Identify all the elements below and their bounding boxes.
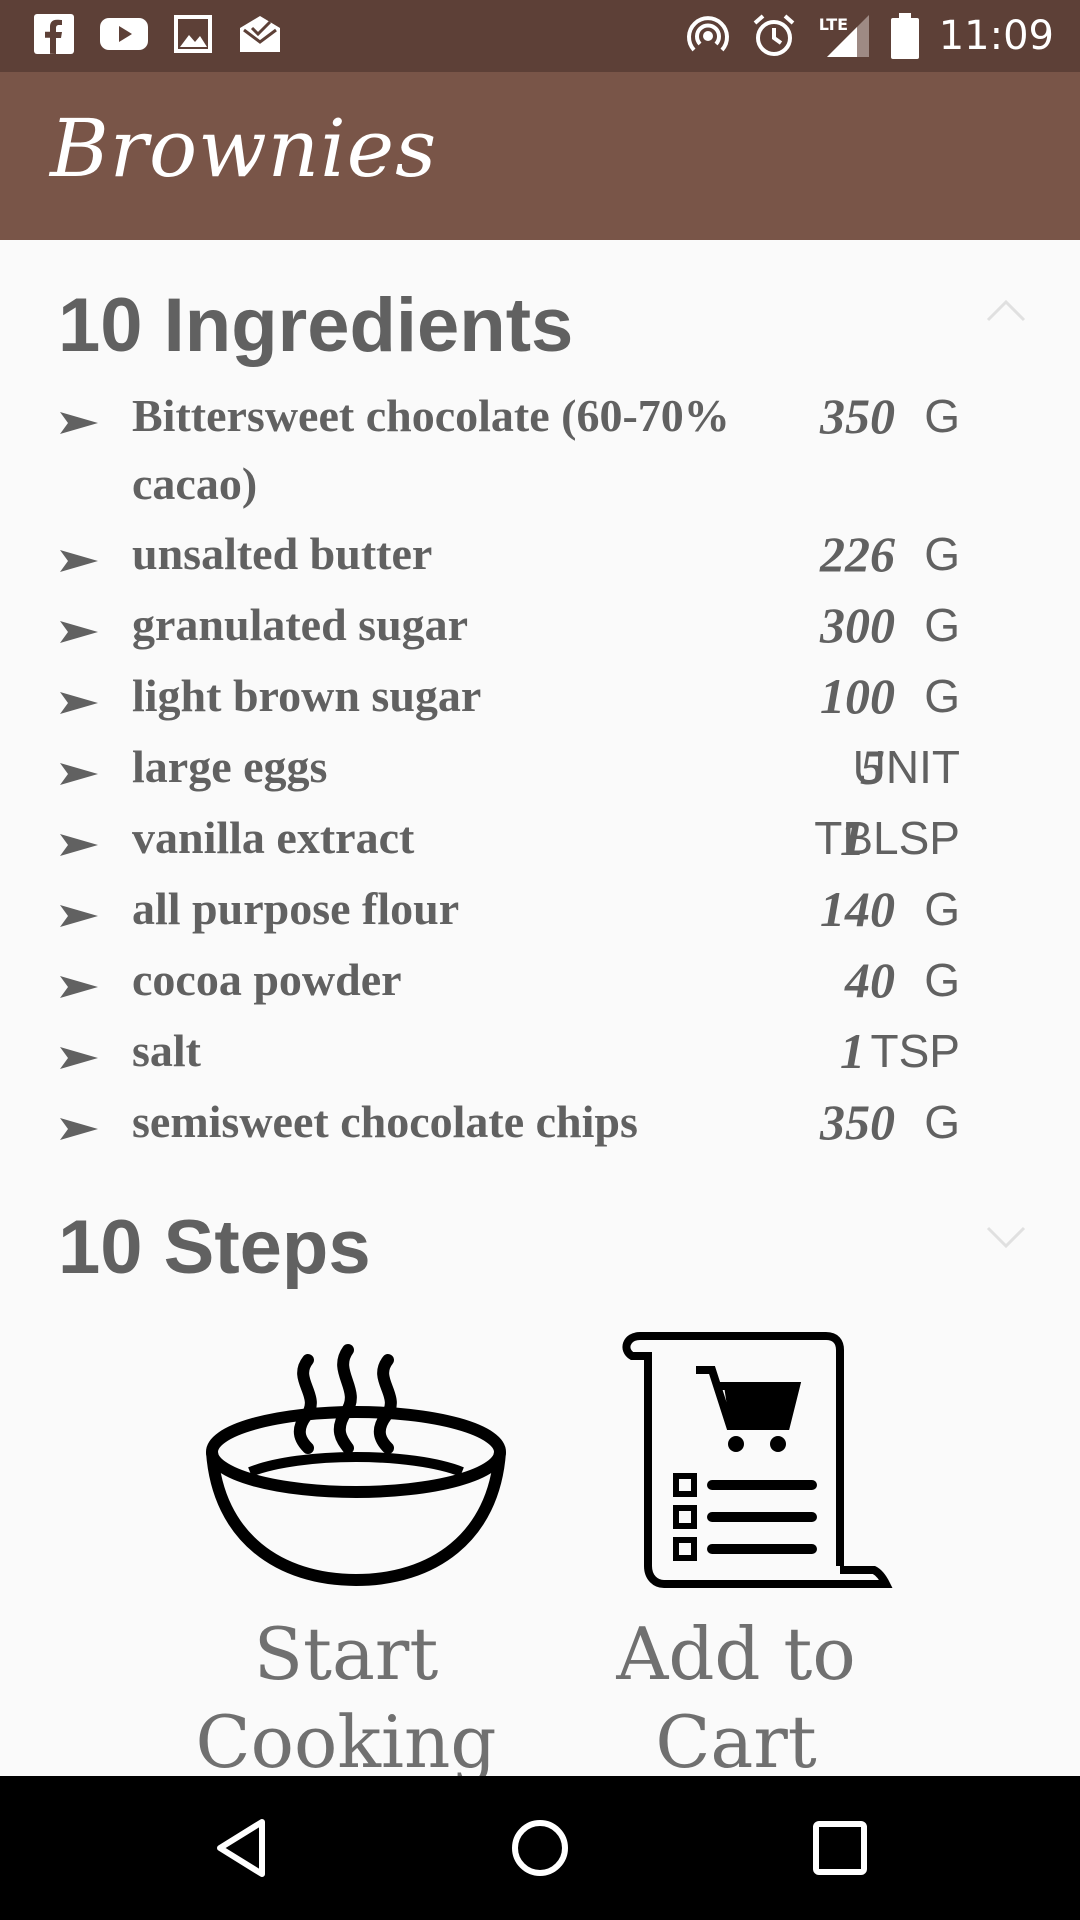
steps-header[interactable]: 10 Steps — [58, 1204, 371, 1291]
ingredient-qty: 300 — [820, 597, 895, 653]
ingredient-unit: TSP — [870, 1025, 960, 1077]
add-to-cart-label[interactable]: Add to Cart — [556, 1610, 916, 1776]
ingredient-name: salt — [132, 1025, 201, 1076]
app-bar: Brownies — [0, 72, 1080, 240]
arrow-bullet-icon — [60, 834, 98, 856]
recipe-title: Brownies — [50, 102, 438, 195]
ingredient-name: semisweet chocolate chips — [132, 1096, 638, 1147]
signal-icon: LTE — [817, 13, 871, 59]
ingredient-unit: G — [924, 1096, 960, 1148]
ingredient-qty: 1 — [840, 1023, 865, 1079]
ingredient-qty: 100 — [820, 668, 895, 724]
status-bar: LTE 11:09 — [0, 0, 1080, 72]
ingredient-unit: G — [924, 528, 960, 580]
ingredient-name: granulated sugar — [132, 599, 469, 650]
arrow-bullet-icon — [60, 905, 98, 927]
mail-icon — [240, 16, 280, 52]
start-cooking-button[interactable] — [180, 1320, 520, 1596]
ingredient-unit: G — [924, 883, 960, 935]
ingredient-qty: 140 — [820, 881, 895, 937]
add-to-cart-button[interactable] — [580, 1320, 920, 1596]
shopping-list-cart-icon — [622, 1332, 893, 1588]
arrow-bullet-icon — [60, 621, 98, 643]
ingredient-name: unsalted butter — [132, 528, 433, 579]
action-labels-area: Start Cooking Add to Cart — [0, 1600, 1080, 1776]
ingredient-unit: TBLSP — [814, 812, 960, 864]
arrow-bullet-icon — [60, 1047, 98, 1069]
ingredient-unit: G — [924, 599, 960, 651]
clock: 11:09 — [938, 13, 1054, 59]
hotspot-icon — [686, 16, 729, 52]
alarm-icon — [753, 14, 795, 56]
back-icon[interactable] — [210, 1816, 274, 1880]
start-cooking-label[interactable]: Start Cooking — [166, 1610, 526, 1776]
chevron-down-icon[interactable] — [986, 1226, 1026, 1250]
recents-icon[interactable] — [808, 1816, 872, 1880]
gallery-icon — [174, 15, 212, 53]
arrow-bullet-icon — [60, 763, 98, 785]
arrow-bullet-icon — [60, 976, 98, 998]
ingredient-unit: UNIT — [852, 741, 960, 793]
facebook-icon — [34, 14, 74, 54]
battery-icon — [890, 13, 919, 59]
arrow-bullet-icon — [60, 550, 98, 572]
arrow-bullet-icon — [60, 412, 98, 434]
ingredient-unit: G — [924, 390, 960, 442]
system-nav-bar — [0, 1776, 1080, 1920]
ingredient-qty: 40 — [845, 952, 895, 1008]
ingredient-name: vanilla extract — [132, 812, 415, 863]
ingredient-name: cocoa powder — [132, 954, 402, 1005]
ingredient-qty: 350 — [820, 388, 895, 444]
ingredient-unit: G — [924, 670, 960, 722]
ingredients-header[interactable]: 10 Ingredients — [58, 282, 573, 369]
cooking-bowl-icon — [206, 1344, 506, 1587]
arrow-bullet-icon — [60, 692, 98, 714]
ingredient-qty: 226 — [820, 526, 895, 582]
ingredient-name: light brown sugar — [132, 670, 482, 721]
chevron-up-icon[interactable] — [986, 298, 1026, 322]
ingredient-qty: 350 — [820, 1094, 895, 1150]
ingredient-name: large eggs — [132, 741, 328, 792]
home-icon[interactable] — [508, 1816, 572, 1880]
ingredient-unit: G — [924, 954, 960, 1006]
arrow-bullet-icon — [60, 1118, 98, 1140]
ingredient-name: all purpose flour — [132, 883, 460, 934]
network-type-label: LTE — [818, 15, 849, 34]
ingredient-name: Bittersweet chocolate (60-70% cacao) — [132, 390, 730, 509]
youtube-icon — [100, 18, 148, 50]
